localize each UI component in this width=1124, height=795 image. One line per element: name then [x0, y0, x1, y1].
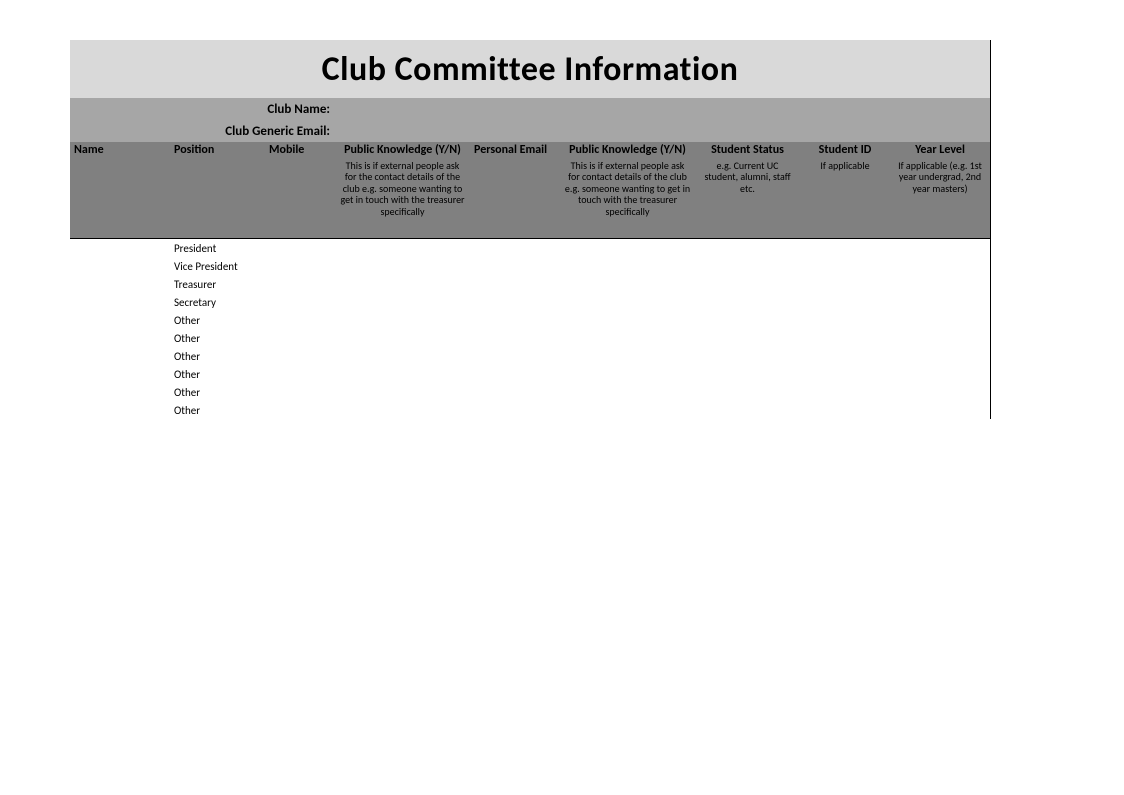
header-mobile: Mobile [265, 142, 335, 238]
club-email-row: Club Generic Email: [70, 120, 990, 142]
header-status-text: Student Status [699, 144, 796, 158]
header-year-text: Year Level [894, 144, 986, 158]
header-sid-text: Student ID [804, 144, 886, 158]
header-pk2-text: Public Knowledge (Y/N) [564, 144, 691, 158]
spreadsheet-area: Club Committee Information Club Name: Cl… [70, 40, 991, 419]
cell-position[interactable]: President [170, 242, 265, 255]
cell-position[interactable]: Treasurer [170, 278, 265, 291]
header-name-text: Name [74, 144, 166, 158]
cell-position[interactable]: Other [170, 350, 265, 363]
cell-position[interactable]: Other [170, 368, 265, 381]
cell-position[interactable]: Other [170, 332, 265, 345]
header-sid-sub: If applicable [804, 158, 886, 172]
cell-position[interactable]: Secretary [170, 296, 265, 309]
page-title: Club Committee Information [322, 49, 739, 90]
column-headers: Name Position Mobile Public Knowledge (Y… [70, 142, 990, 239]
club-name-label: Club Name: [70, 102, 334, 117]
header-year-sub: If applicable (e.g. 1st year undergrad, … [894, 158, 986, 195]
table-row: Other [70, 329, 990, 347]
cell-position[interactable]: Other [170, 404, 265, 417]
header-pk1-sub: This is if external people ask for the c… [339, 158, 466, 218]
table-row: Treasurer [70, 275, 990, 293]
table-row: Secretary [70, 293, 990, 311]
header-public-knowledge-2: Public Knowledge (Y/N) This is if extern… [560, 142, 695, 238]
header-student-id: Student ID If applicable [800, 142, 890, 238]
table-row: Other [70, 401, 990, 419]
cell-position[interactable]: Other [170, 314, 265, 327]
club-name-row: Club Name: [70, 98, 990, 120]
club-email-label: Club Generic Email: [70, 124, 334, 139]
header-student-status: Student Status e.g. Current UC student, … [695, 142, 800, 238]
header-pk1-text: Public Knowledge (Y/N) [339, 144, 466, 158]
table-row: Vice President [70, 257, 990, 275]
title-row: Club Committee Information [70, 40, 990, 98]
header-position: Position [170, 142, 265, 238]
header-year-level: Year Level If applicable (e.g. 1st year … [890, 142, 990, 238]
table-row: Other [70, 311, 990, 329]
header-pk2-sub: This is if external people ask for conta… [564, 158, 691, 218]
data-rows: President Vice President Treasurer Secretar… [70, 239, 990, 419]
table-row: Other [70, 383, 990, 401]
cell-position[interactable]: Other [170, 386, 265, 399]
club-info-section: Club Name: Club Generic Email: [70, 98, 990, 142]
cell-position[interactable]: Vice President [170, 260, 265, 273]
header-position-text: Position [174, 144, 261, 158]
table-row: President [70, 239, 990, 257]
header-name: Name [70, 142, 170, 238]
header-public-knowledge-1: Public Knowledge (Y/N) This is if extern… [335, 142, 470, 238]
header-personal-email: Personal Email [470, 142, 560, 238]
table-row: Other [70, 347, 990, 365]
header-mobile-text: Mobile [269, 144, 331, 158]
table-row: Other [70, 365, 990, 383]
header-email-text: Personal Email [474, 144, 556, 158]
header-status-sub: e.g. Current UC student, alumni, staff e… [699, 158, 796, 195]
